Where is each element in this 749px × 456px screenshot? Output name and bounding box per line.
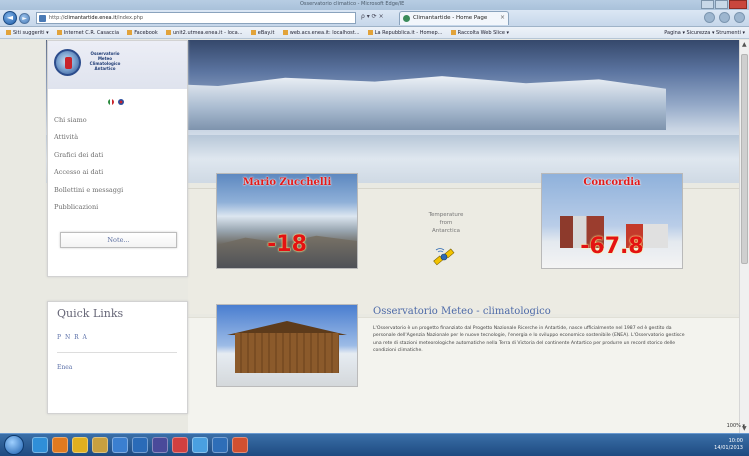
url-path: /index.php bbox=[116, 15, 144, 21]
temperature-link-line: Antarctica bbox=[431, 228, 461, 234]
ie-taskbar-icon[interactable] bbox=[32, 437, 48, 453]
app-taskbar-icon[interactable] bbox=[152, 437, 168, 453]
quick-links-divider bbox=[57, 352, 177, 353]
word-taskbar-icon[interactable] bbox=[212, 437, 228, 453]
back-button[interactable]: ◄ bbox=[3, 11, 17, 25]
address-tools[interactable]: ρ ▾ ⟳ × bbox=[361, 13, 384, 20]
favorite-link[interactable]: unit2.utmea.enea.it - loca... bbox=[166, 27, 243, 38]
zoom-level[interactable]: 100% ▾ bbox=[727, 423, 745, 429]
powerpoint-taskbar-icon[interactable] bbox=[232, 437, 248, 453]
english-flag-icon[interactable] bbox=[118, 99, 124, 105]
tab-favicon-icon bbox=[403, 15, 410, 22]
menu-item-bollettini[interactable]: Bollettini e messaggi bbox=[54, 182, 182, 199]
minimize-icon[interactable] bbox=[701, 0, 714, 9]
url-prefix: http:// bbox=[49, 15, 65, 21]
tab-label: Climantartide - Home Page bbox=[413, 15, 488, 21]
menu-item-pubblicazioni[interactable]: Pubblicazioni bbox=[54, 199, 182, 216]
favorite-link[interactable]: web.acs.enea.it: localhost... bbox=[283, 27, 360, 38]
hut-wall-shape bbox=[235, 333, 339, 373]
quick-link-pnra[interactable]: P N R A bbox=[57, 334, 88, 341]
browser-tab[interactable]: Climantartide - Home Page × bbox=[399, 11, 509, 25]
folder-taskbar-icon[interactable] bbox=[92, 437, 108, 453]
page-favicon-icon bbox=[39, 15, 46, 22]
skype-taskbar-icon[interactable] bbox=[132, 437, 148, 453]
start-button[interactable] bbox=[4, 435, 24, 455]
italian-flag-icon[interactable] bbox=[108, 99, 114, 105]
favorite-link[interactable]: Siti suggeriti ▾ bbox=[6, 27, 49, 38]
quick-links-title: Quick Links bbox=[57, 307, 124, 320]
app-taskbar-icon[interactable] bbox=[112, 437, 128, 453]
favorite-link[interactable]: Raccolta Web Slice ▾ bbox=[451, 27, 509, 38]
glacier-shape bbox=[106, 76, 666, 130]
title-bar: Osservatorio climatico - Microsoft Edge/… bbox=[0, 0, 749, 10]
sidebar-menu: Chi siamo Attività Grafici dei dati Acce… bbox=[54, 112, 182, 216]
home-icon[interactable] bbox=[704, 12, 715, 23]
explorer-taskbar-icon[interactable] bbox=[72, 437, 88, 453]
station-tile-mario-zucchelli[interactable]: Mario Zucchelli -18 bbox=[216, 173, 358, 269]
favorite-link[interactable]: La Repubblica.it - Homep... bbox=[368, 27, 443, 38]
close-icon[interactable] bbox=[729, 0, 747, 9]
windows-taskbar: 10:00 14/01/2013 bbox=[0, 433, 749, 456]
menu-item-grafici[interactable]: Grafici dei dati bbox=[54, 147, 182, 164]
menu-item-accesso-dati[interactable]: Accesso ai dati bbox=[54, 164, 182, 181]
menu-item-chi-siamo[interactable]: Chi siamo bbox=[54, 112, 182, 129]
maximize-icon[interactable] bbox=[715, 0, 728, 9]
outlook-taskbar-icon[interactable] bbox=[52, 437, 68, 453]
logo-area: Osservatorio Meteo Climatologico Antarti… bbox=[48, 41, 187, 89]
command-bar[interactable]: Pagina ▾ Sicurezza ▾ Strumenti ▾ bbox=[664, 27, 745, 38]
temperature-link-line: from bbox=[439, 220, 453, 226]
station-tile-concordia[interactable]: Concordia -67.8 bbox=[541, 173, 683, 269]
satellite-icon[interactable] bbox=[432, 246, 456, 270]
window-title: Osservatorio climatico - Microsoft Edge/… bbox=[300, 1, 405, 7]
system-tray-clock[interactable]: 10:00 14/01/2013 bbox=[714, 438, 743, 452]
station-temperature: -67.8 bbox=[580, 234, 644, 259]
menu-item-attivita[interactable]: Attività bbox=[54, 129, 182, 146]
observatory-hut-image bbox=[216, 304, 358, 387]
favorite-link[interactable]: Internet C.R. Casaccia bbox=[57, 27, 119, 38]
quick-links-panel: Quick Links P N R A Enea bbox=[47, 301, 188, 414]
vertical-scrollbar[interactable]: ▲ ▼ bbox=[739, 40, 749, 433]
observatory-title: Osservatorio Meteo - climatologico bbox=[373, 306, 551, 317]
scroll-up-icon[interactable]: ▲ bbox=[742, 41, 747, 48]
logo-text: Osservatorio Meteo Climatologico Antarti… bbox=[89, 51, 121, 71]
favorites-bar: Siti suggeriti ▾ Internet C.R. Casaccia … bbox=[0, 27, 749, 39]
sidebar: Osservatorio Meteo Climatologico Antarti… bbox=[47, 40, 188, 277]
app-taskbar-icon[interactable] bbox=[192, 437, 208, 453]
observatory-logo-icon[interactable] bbox=[54, 49, 81, 76]
station-name: Concordia bbox=[583, 177, 641, 188]
quick-link-enea[interactable]: Enea bbox=[57, 364, 72, 371]
scrollbar-thumb[interactable] bbox=[741, 54, 748, 264]
favorites-star-icon[interactable] bbox=[719, 12, 730, 23]
favorite-link[interactable]: Facebook bbox=[127, 27, 158, 38]
url-text: http://climantartide.enea.it/index.php bbox=[49, 15, 143, 21]
browser-toolbar-icons bbox=[704, 12, 745, 23]
pdf-taskbar-icon[interactable] bbox=[172, 437, 188, 453]
note-button[interactable]: Note... bbox=[60, 232, 177, 248]
clock-time: 10:00 bbox=[728, 438, 743, 444]
forward-button[interactable]: ► bbox=[19, 13, 30, 24]
navigation-bar: ◄ ► http://climantartide.enea.it/index.p… bbox=[0, 10, 749, 27]
url-host: climantartide.enea.it bbox=[64, 15, 117, 21]
station-temperature: -18 bbox=[267, 232, 307, 257]
tab-close-icon[interactable]: × bbox=[500, 14, 505, 21]
favorite-link[interactable]: eBay.it bbox=[251, 27, 275, 38]
window-controls bbox=[700, 0, 747, 9]
station-name: Mario Zucchelli bbox=[242, 177, 332, 188]
clock-date: 14/01/2013 bbox=[714, 445, 743, 451]
temperature-link-line: Temperature bbox=[428, 212, 464, 218]
settings-gear-icon[interactable] bbox=[734, 12, 745, 23]
address-bar[interactable]: http://climantartide.enea.it/index.php bbox=[36, 12, 356, 24]
temperature-from-antarctica-link[interactable]: Temperature from Antarctica bbox=[420, 211, 472, 235]
observatory-description: L'Osservatorio è un progetto finanziato … bbox=[373, 326, 685, 354]
language-switcher bbox=[108, 99, 124, 105]
